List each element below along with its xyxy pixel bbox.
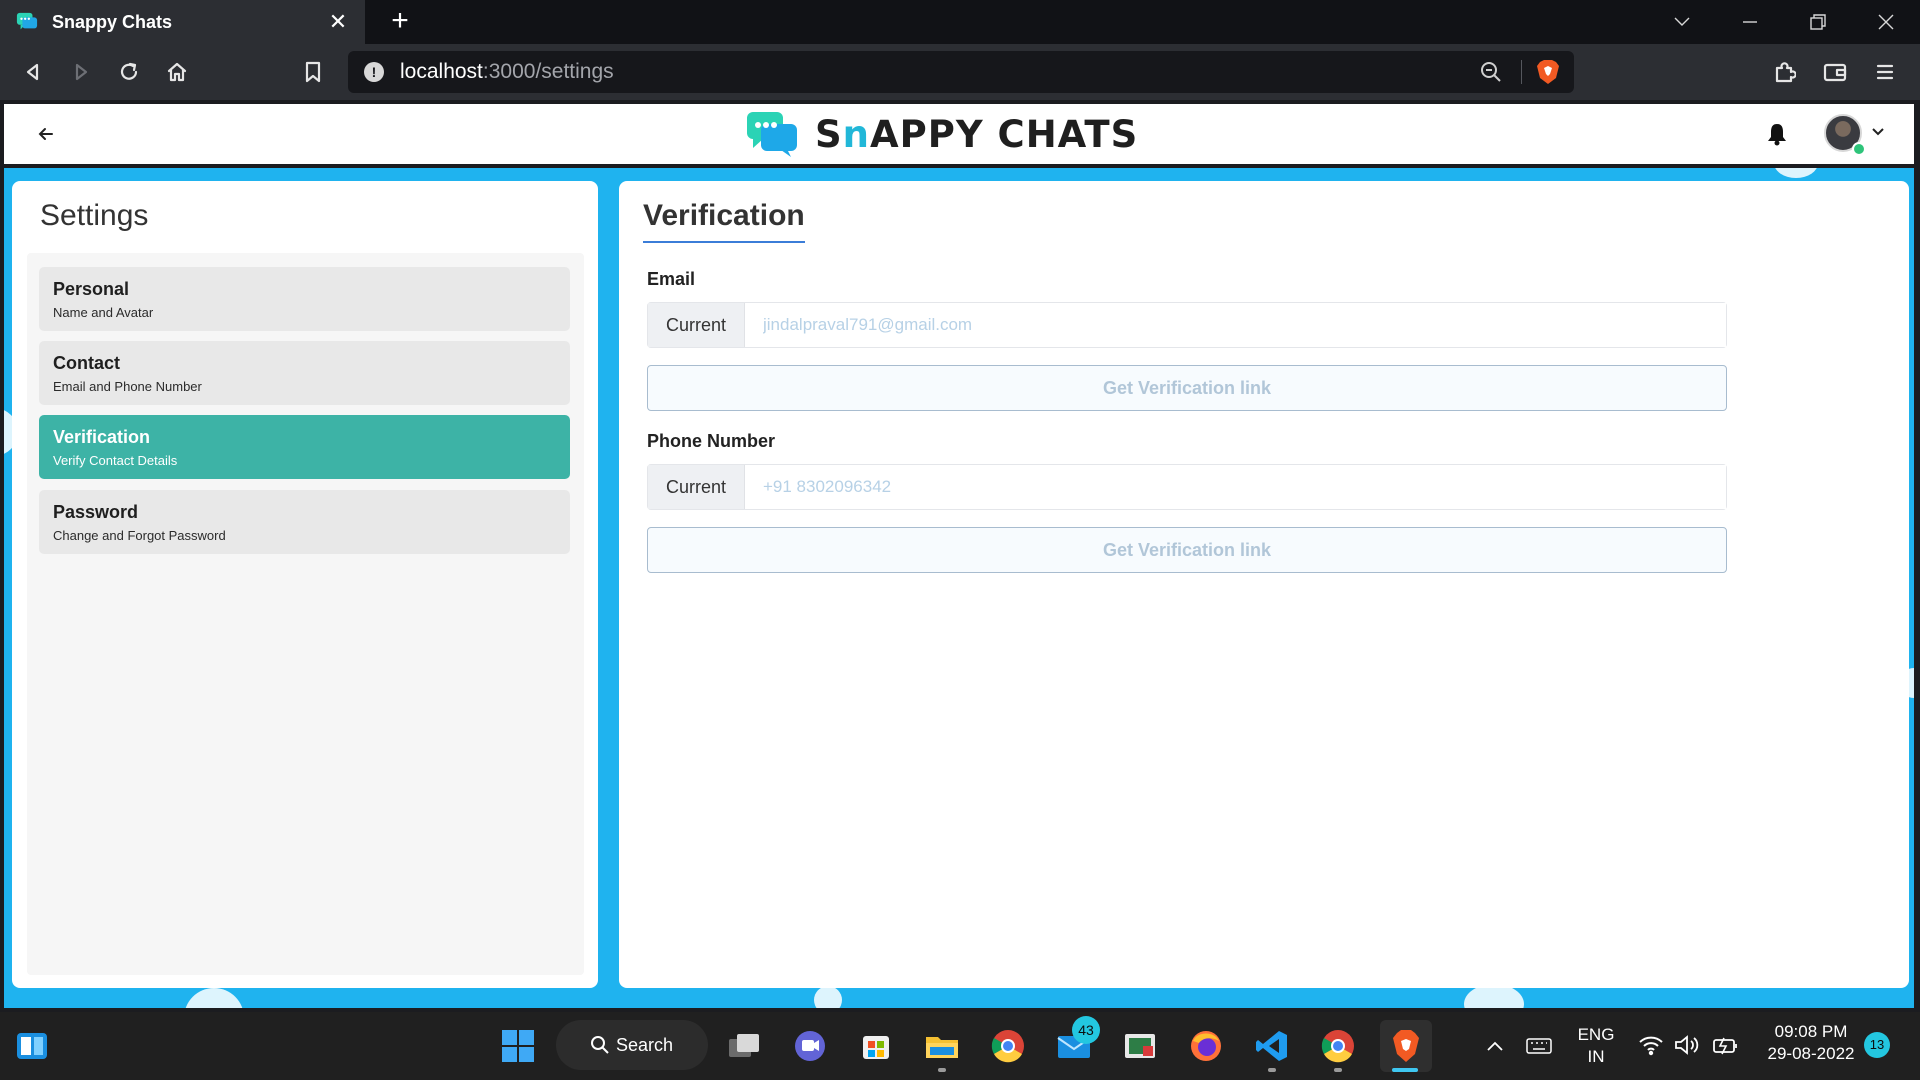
show-hidden-icons-chevron-icon[interactable] <box>1486 1040 1504 1052</box>
url-host: localhost <box>400 60 483 83</box>
home-icon[interactable] <box>162 57 192 87</box>
phone-field[interactable] <box>745 465 1726 509</box>
tab-title: Snappy Chats <box>52 11 173 32</box>
vscode-icon[interactable] <box>1252 1026 1292 1066</box>
taskbar: Search 43 ENG IN 09:08 PM 29-08-2022 13 <box>0 1012 1920 1080</box>
running-indicator <box>1334 1068 1342 1072</box>
address-bar-divider <box>1521 60 1522 84</box>
search-icon <box>591 1036 609 1054</box>
mail-unread-badge: 43 <box>1072 1016 1100 1044</box>
teams-chat-icon[interactable] <box>790 1026 830 1066</box>
sidebar-item-verification[interactable]: Verification Verify Contact Details <box>39 415 570 479</box>
notification-count-badge[interactable]: 13 <box>1864 1032 1890 1058</box>
page-title: Verification <box>643 199 805 243</box>
settings-menu: Personal Name and Avatar Contact Email a… <box>27 253 584 975</box>
phone-number-label: Phone Number <box>647 431 776 451</box>
phone-input-group: Current <box>647 464 1727 510</box>
back-arrow-icon[interactable] <box>36 124 56 144</box>
phone-current-addon: Current <box>648 465 745 509</box>
zoom-icon[interactable] <box>1480 61 1502 83</box>
email-field[interactable] <box>745 303 1726 347</box>
snappy-chats-favicon-icon <box>16 12 38 30</box>
sidebar-item-contact[interactable]: Contact Email and Phone Number <box>39 341 570 405</box>
email-verification-button[interactable]: Get Verification link <box>647 365 1727 411</box>
sidebar-item-personal[interactable]: Personal Name and Avatar <box>39 267 570 331</box>
sidebar-item-label: Contact <box>53 353 120 373</box>
menu-icon[interactable] <box>1870 57 1900 87</box>
settings-sidebar: Settings Personal Name and Avatar Contac… <box>12 181 598 988</box>
wifi-icon[interactable] <box>1638 1034 1664 1056</box>
start-windows-icon[interactable] <box>498 1026 538 1066</box>
search-label: Search <box>616 1034 674 1055</box>
sidebar-item-password[interactable]: Password Change and Forgot Password <box>39 490 570 554</box>
browser-toolbar: ! localhost:3000/settings <box>0 44 1920 100</box>
brave-shields-icon[interactable] <box>1536 59 1560 85</box>
settings-title: Settings <box>40 199 149 232</box>
close-window-icon[interactable] <box>1852 0 1920 44</box>
chrome-profile-icon[interactable] <box>1318 1026 1358 1066</box>
phone-verification-button[interactable]: Get Verification link <box>647 527 1727 573</box>
back-icon[interactable] <box>18 57 48 87</box>
firefox-icon[interactable] <box>1186 1026 1226 1066</box>
online-status-icon <box>1852 142 1866 156</box>
sidebar-item-description: Email and Phone Number <box>53 379 202 394</box>
sidebar-item-label: Password <box>53 502 139 522</box>
email-label: Email <box>647 269 696 289</box>
running-indicator <box>938 1068 946 1072</box>
wallet-icon[interactable] <box>1820 57 1850 87</box>
browser-tab[interactable]: Snappy Chats ✕ <box>0 0 365 44</box>
battery-charging-icon[interactable] <box>1712 1034 1740 1056</box>
minimize-icon[interactable] <box>1716 0 1784 44</box>
sidebar-item-description: Verify Contact Details <box>53 453 178 468</box>
url-path: :3000/settings <box>482 60 614 83</box>
new-tab-icon[interactable]: + <box>384 6 416 38</box>
language-code: ENG <box>1577 1025 1615 1044</box>
sidebar-item-label: Verification <box>53 427 151 447</box>
app-header: SnAPPY CHATS <box>4 104 1914 164</box>
file-explorer-icon[interactable] <box>922 1026 962 1066</box>
tab-search-chevron-icon[interactable] <box>1648 0 1716 44</box>
region-code: IN <box>1587 1047 1605 1066</box>
restore-icon[interactable] <box>1784 0 1852 44</box>
snappy-chats-logo[interactable]: SnAPPY CHATS <box>745 110 1138 158</box>
microsoft-store-icon[interactable] <box>856 1026 896 1066</box>
clock[interactable]: 09:08 PM 29-08-2022 <box>1756 1021 1866 1065</box>
chat-bubbles-logo-icon <box>747 112 797 157</box>
address-bar[interactable]: ! localhost:3000/settings <box>348 51 1574 93</box>
language-indicator[interactable]: ENG IN <box>1574 1024 1618 1068</box>
bookmark-icon[interactable] <box>298 57 328 87</box>
email-current-addon: Current <box>648 303 745 347</box>
volume-icon[interactable] <box>1674 1034 1700 1056</box>
notification-bell-icon[interactable] <box>1766 122 1788 146</box>
sidebar-item-label: Personal <box>53 279 130 299</box>
site-info-icon[interactable]: ! <box>364 62 384 82</box>
snipping-tool-icon[interactable] <box>1120 1026 1160 1066</box>
task-view-icon[interactable] <box>724 1026 764 1066</box>
forward-icon[interactable] <box>66 57 96 87</box>
taskbar-search[interactable]: Search <box>556 1020 708 1070</box>
background-bubble <box>184 988 244 1008</box>
chrome-icon[interactable] <box>988 1026 1028 1066</box>
running-indicator <box>1268 1068 1276 1072</box>
reload-icon[interactable] <box>114 57 144 87</box>
email-input-group: Current <box>647 302 1727 348</box>
extensions-icon[interactable] <box>1770 57 1800 87</box>
clock-date: 29-08-2022 <box>1767 1044 1855 1063</box>
browser-tab-strip: Snappy Chats ✕ + <box>0 0 1920 44</box>
brave-browser-icon[interactable] <box>1380 1020 1432 1072</box>
clock-time: 09:08 PM <box>1774 1022 1848 1041</box>
background-bubble <box>1774 168 1818 178</box>
sidebar-item-description: Name and Avatar <box>53 305 154 320</box>
background-bubble <box>814 986 842 1008</box>
active-app-indicator <box>1392 1068 1418 1072</box>
close-tab-icon[interactable]: ✕ <box>325 9 351 35</box>
verification-panel: Verification Email Current Get Verificat… <box>619 181 1909 988</box>
chevron-down-icon[interactable] <box>1872 128 1884 136</box>
sidebar-item-description: Change and Forgot Password <box>53 528 226 543</box>
app-name: SnAPPY CHATS <box>815 112 1139 156</box>
widgets-icon[interactable] <box>12 1026 52 1066</box>
keyboard-icon[interactable] <box>1526 1036 1552 1056</box>
